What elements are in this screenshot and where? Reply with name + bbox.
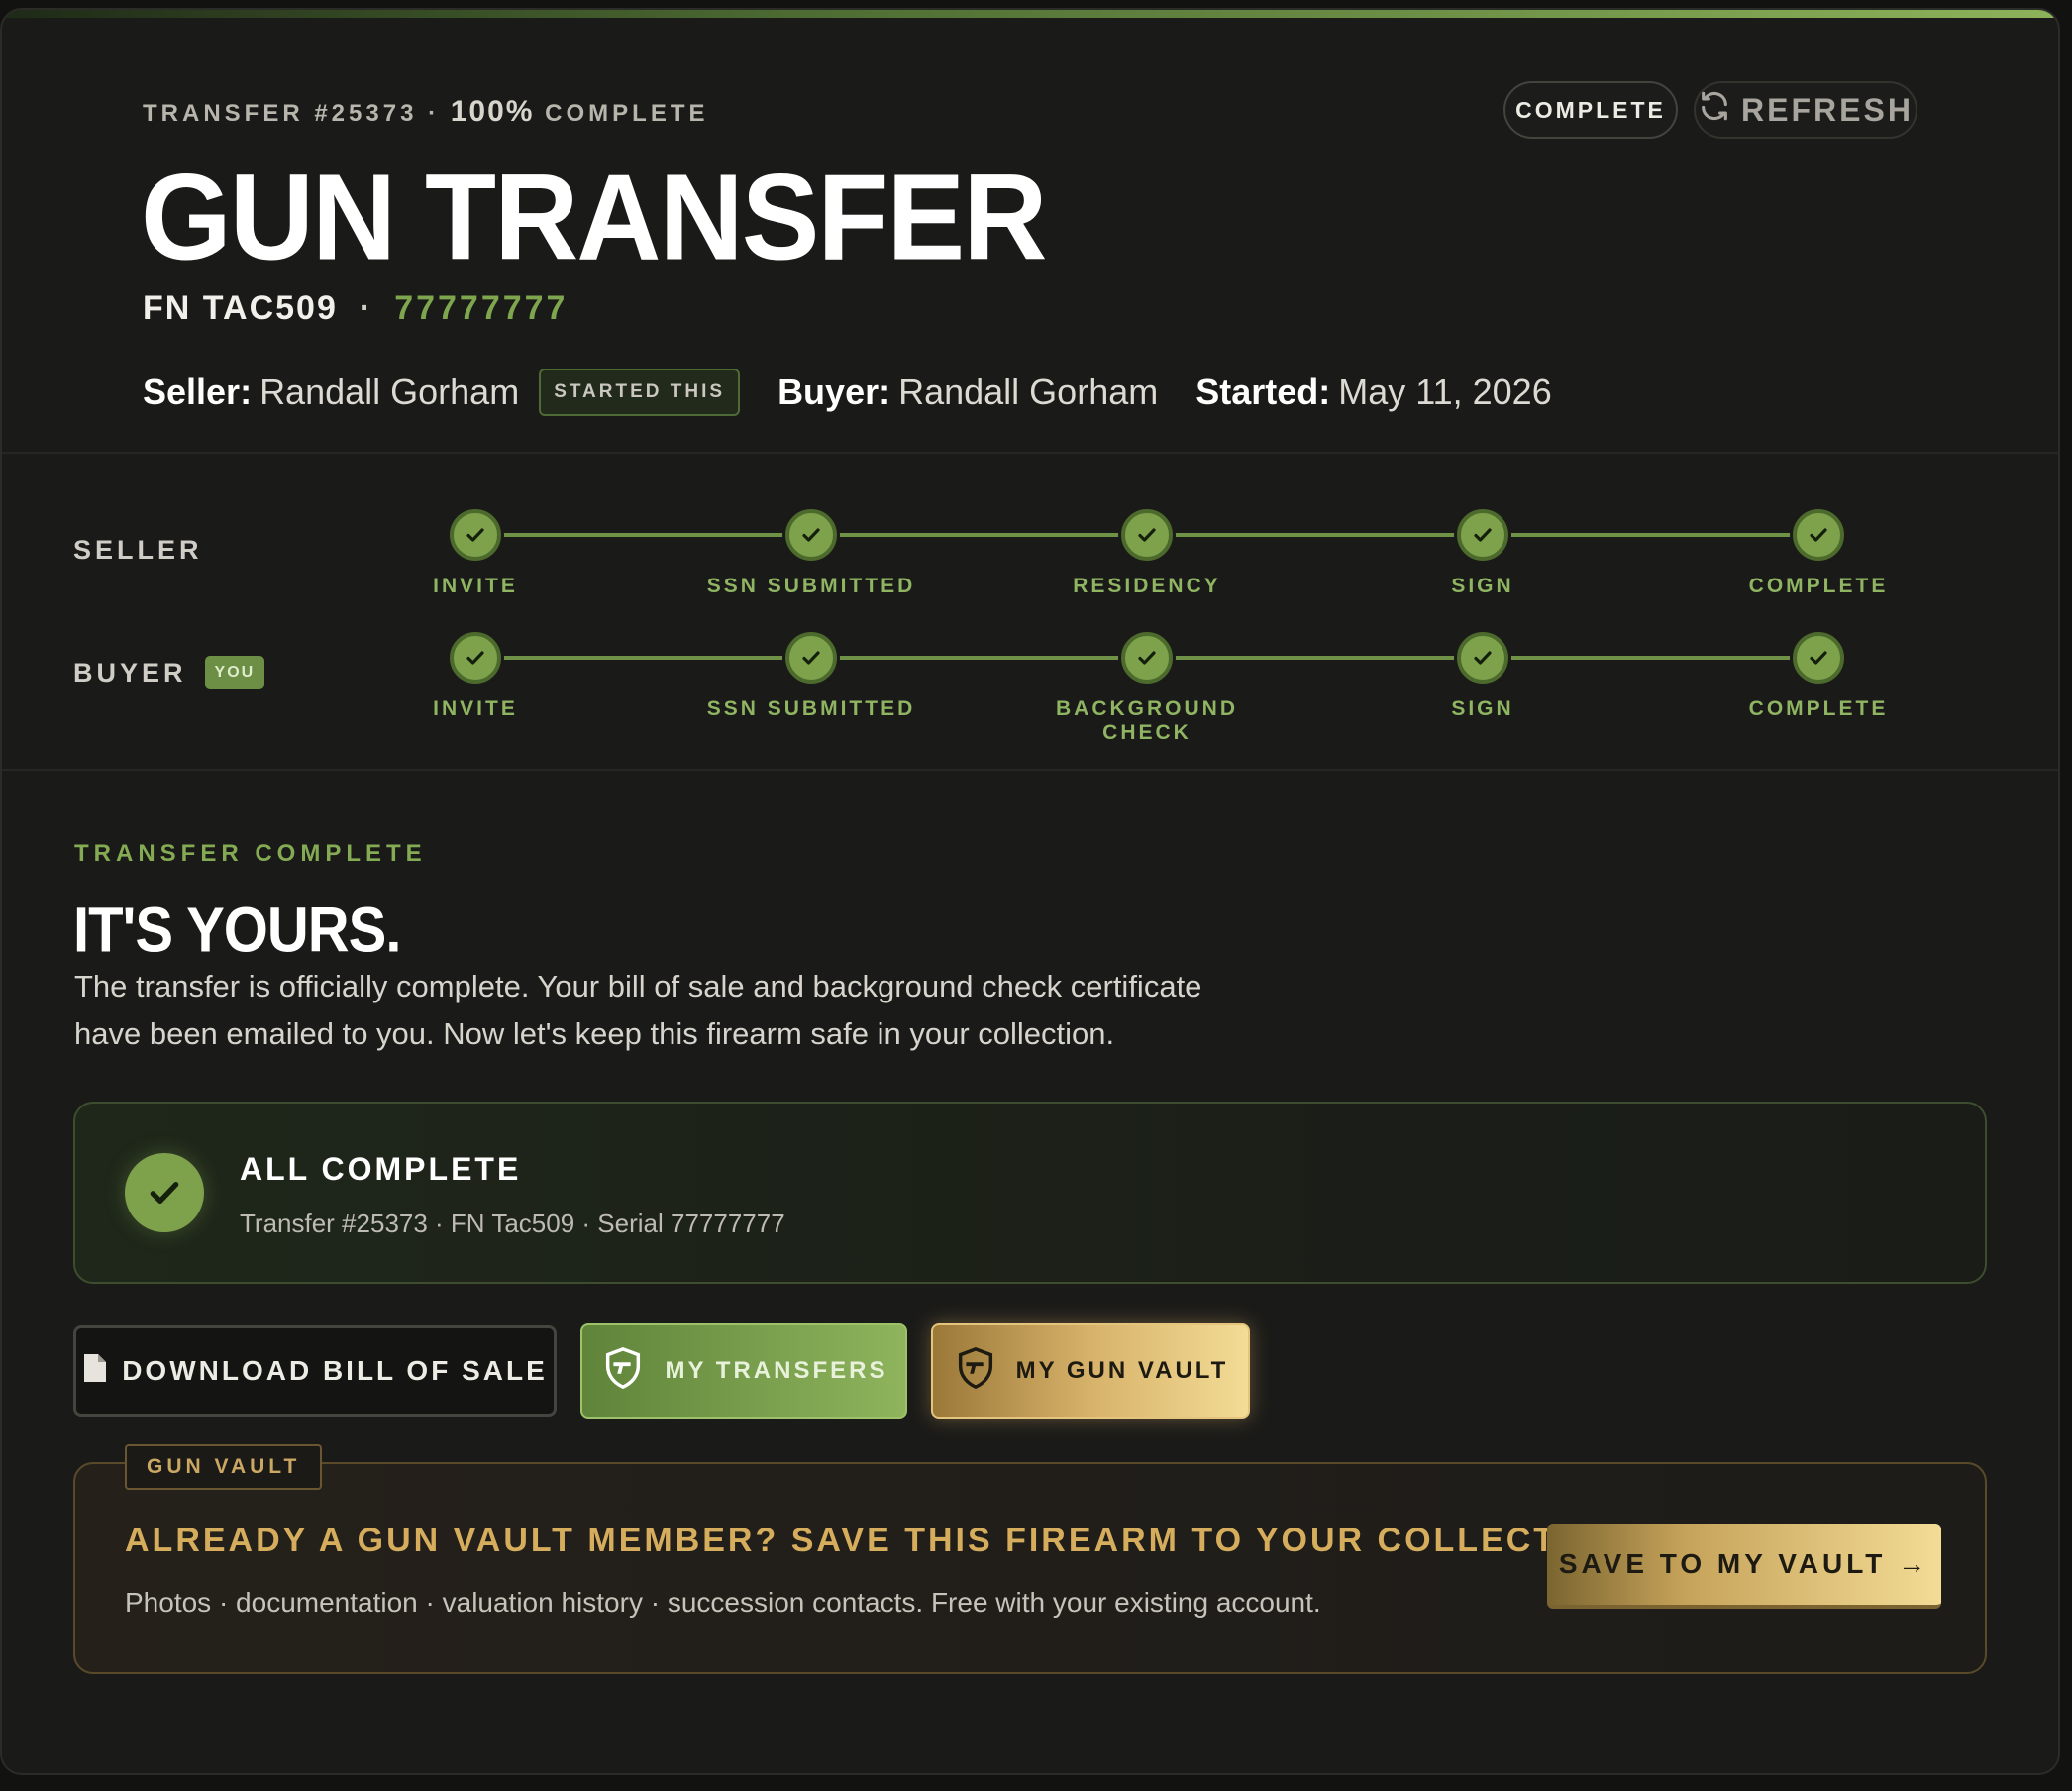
download-label: DOWNLOAD BILL OF SALE xyxy=(122,1355,548,1386)
refresh-button[interactable]: REFRESH xyxy=(1694,81,1917,139)
buyer-step-sign: SIGN xyxy=(1354,632,1611,721)
check-icon xyxy=(785,632,837,684)
seller-name: Randall Gorham xyxy=(259,371,520,412)
transfer-card: TRANSFER #25373 · 100% COMPLETE GUN TRAN… xyxy=(0,8,2060,1775)
step-label: INVITE xyxy=(433,575,518,597)
paragraph-line: The transfer is officially complete. You… xyxy=(74,969,1202,1003)
step-label: INVITE xyxy=(433,697,518,720)
seller-step-sign: SIGN xyxy=(1354,509,1611,598)
seller-step-invite: INVITE xyxy=(347,509,604,598)
check-icon xyxy=(1793,509,1844,561)
my-transfers-button[interactable]: MY TRANSFERS xyxy=(580,1323,907,1419)
step-label: RESIDENCY xyxy=(1073,575,1221,597)
check-circle-icon xyxy=(125,1153,204,1232)
progress-tracker: SELLER INVITE SSN SUBMITTED RESIDENCY SI… xyxy=(2,456,2058,771)
separator-dot: · xyxy=(359,289,373,327)
transfer-eyebrow: TRANSFER #25373 · 100% COMPLETE xyxy=(143,95,709,129)
seller-step-ssn: SSN SUBMITTED xyxy=(682,509,940,598)
top-accent-bar xyxy=(2,10,2058,18)
buyer-step-background: BACKGROUND CHECK xyxy=(1018,632,1276,745)
seller-step-complete: COMPLETE xyxy=(1690,509,1947,598)
status-badge: COMPLETE xyxy=(1503,81,1678,139)
gun-vault-promo: GUN VAULT ALREADY A GUN VAULT MEMBER? SA… xyxy=(73,1444,1987,1674)
transfer-header: TRANSFER #25373 · 100% COMPLETE GUN TRAN… xyxy=(2,18,2058,454)
step-label: SSN SUBMITTED xyxy=(706,575,916,597)
step-label: SSN SUBMITTED xyxy=(706,697,916,720)
step-label: SIGN xyxy=(1451,697,1514,720)
firearm-serial: 77777777 xyxy=(394,289,569,327)
started-date: May 11, 2026 xyxy=(1338,371,1552,412)
shield-gun-icon xyxy=(953,1345,998,1398)
transfer-percent: 100% xyxy=(450,95,535,128)
firearm-line: FN TAC509 · 77777777 xyxy=(143,289,568,328)
all-complete-title: ALL COMPLETE xyxy=(240,1151,522,1187)
my-gun-vault-label: MY GUN VAULT xyxy=(1015,1357,1229,1384)
section-paragraph: The transfer is officially complete. You… xyxy=(74,963,1263,1058)
party-meta: Seller: Randall Gorham STARTED THIS Buye… xyxy=(143,369,1552,416)
check-icon xyxy=(1457,509,1508,561)
check-icon xyxy=(450,509,501,561)
all-complete-subtitle: Transfer #25373 · FN Tac509 · Serial 777… xyxy=(240,1209,785,1238)
paragraph-line: have been emailed to you. Now let's keep… xyxy=(74,1016,1115,1051)
vault-promo-title: ALREADY A GUN VAULT MEMBER? SAVE THIS FI… xyxy=(125,1522,1626,1559)
step-label: BACKGROUND CHECK xyxy=(1056,697,1238,744)
check-icon xyxy=(785,509,837,561)
refresh-label: REFRESH xyxy=(1741,91,1914,128)
shield-gun-icon xyxy=(600,1345,646,1398)
buyer-step-complete: COMPLETE xyxy=(1690,632,1947,721)
transfer-number: TRANSFER #25373 · xyxy=(143,100,441,127)
section-kicker: TRANSFER COMPLETE xyxy=(74,840,427,867)
buyer-step-ssn: SSN SUBMITTED xyxy=(682,632,940,721)
document-icon xyxy=(82,1352,108,1391)
step-label: COMPLETE xyxy=(1748,575,1889,597)
check-icon xyxy=(450,632,501,684)
firearm-model: FN TAC509 xyxy=(143,289,338,327)
buyer-name: Randall Gorham xyxy=(898,371,1159,412)
buyer-step-invite: INVITE xyxy=(347,632,604,721)
page-title: GUN TRANSFER xyxy=(141,149,1047,286)
check-icon xyxy=(1121,509,1173,561)
seller-track: INVITE SSN SUBMITTED RESIDENCY SIGN COMP… xyxy=(2,509,2058,608)
check-icon xyxy=(1457,632,1508,684)
refresh-icon xyxy=(1698,89,1731,131)
buyer-label: Buyer: xyxy=(777,371,891,412)
download-bill-of-sale-button[interactable]: DOWNLOAD BILL OF SALE xyxy=(73,1325,557,1417)
seller-step-residency: RESIDENCY xyxy=(1018,509,1276,598)
started-label: Started: xyxy=(1195,371,1331,412)
section-headline: IT'S YOURS. xyxy=(73,895,401,966)
buyer-track: INVITE SSN SUBMITTED BACKGROUND CHECK SI… xyxy=(2,632,2058,744)
save-to-vault-button[interactable]: SAVE TO MY VAULT → xyxy=(1547,1524,1941,1609)
started-this-badge: STARTED THIS xyxy=(539,369,741,416)
check-icon xyxy=(1121,632,1173,684)
my-gun-vault-button[interactable]: MY GUN VAULT xyxy=(931,1323,1250,1419)
step-label: SIGN xyxy=(1451,575,1514,597)
my-transfers-label: MY TRANSFERS xyxy=(665,1357,888,1384)
step-label: COMPLETE xyxy=(1748,697,1889,720)
all-complete-card: ALL COMPLETE Transfer #25373 · FN Tac509… xyxy=(73,1102,1987,1284)
seller-label: Seller: xyxy=(143,371,253,412)
gun-vault-tag: GUN VAULT xyxy=(125,1444,323,1490)
vault-promo-subtitle: Photos · documentation · valuation histo… xyxy=(125,1587,1321,1618)
check-icon xyxy=(1793,632,1844,684)
transfer-percent-suffix: COMPLETE xyxy=(545,100,709,127)
